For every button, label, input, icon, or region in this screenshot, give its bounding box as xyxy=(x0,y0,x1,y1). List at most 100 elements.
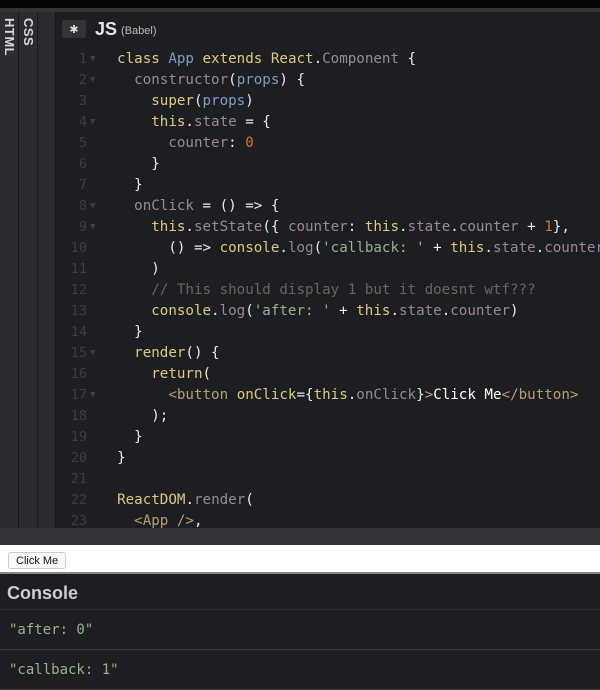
tab-css-label: CSS xyxy=(21,18,36,47)
code-token: . xyxy=(185,114,194,130)
fold-gutter xyxy=(87,448,100,469)
code-token: ( xyxy=(245,303,254,319)
code-token: counter xyxy=(450,303,511,319)
code-line: 1 ▼ class App extends React.Component { xyxy=(57,49,600,70)
code-token: }, xyxy=(552,219,570,235)
code-line: 18 ); xyxy=(57,406,600,427)
line-number: 21 xyxy=(70,471,87,487)
line-number: 12 xyxy=(70,282,87,298)
code-token: this xyxy=(151,219,186,235)
code-line: 7 } xyxy=(57,175,600,196)
code-token: + xyxy=(424,240,451,256)
code-token: counter xyxy=(287,219,348,235)
fold-arrow-icon[interactable]: ▼ xyxy=(87,196,100,217)
code-token: console xyxy=(151,303,212,319)
code-token: render xyxy=(134,345,186,361)
code-token: <button xyxy=(168,387,237,403)
code-token: state xyxy=(398,303,442,319)
code-line: 4 ▼ this.state = { xyxy=(57,112,600,133)
fold-arrow-icon[interactable]: ▼ xyxy=(87,217,100,238)
code-token: onClick xyxy=(356,387,417,403)
code-token: . xyxy=(535,240,545,256)
code-line: 15 ▼ render() { xyxy=(57,343,600,364)
code-token: . xyxy=(399,219,408,235)
tab-css[interactable]: CSS xyxy=(19,12,38,528)
code-token: . xyxy=(211,303,220,319)
preview-pane: Click Me xyxy=(0,545,600,574)
click-me-button[interactable]: Click Me xyxy=(8,552,67,569)
code-token: ) { xyxy=(279,72,306,88)
code-token: . xyxy=(450,219,459,235)
js-editor[interactable]: ✱ JS (Babel) 1 ▼ class App extends React.… xyxy=(57,12,600,528)
line-number: 11 xyxy=(70,261,87,277)
code-text: this.setState({ counter: this.state.coun… xyxy=(100,217,570,238)
code-line: 19 } xyxy=(57,427,600,448)
code-area[interactable]: 1 ▼ class App extends React.Component {2 ▼… xyxy=(57,49,600,528)
code-text: constructor(props) { xyxy=(100,70,305,91)
code-token: } xyxy=(100,450,126,466)
code-text: ); xyxy=(100,406,168,427)
code-text: onClick = () => { xyxy=(100,196,279,217)
code-token: counter xyxy=(168,135,229,151)
code-token: } xyxy=(100,324,143,340)
fold-arrow-icon[interactable]: ▼ xyxy=(87,343,100,364)
fold-arrow-icon[interactable]: ▼ xyxy=(87,112,100,133)
fold-gutter xyxy=(87,364,100,385)
gear-icon[interactable]: ✱ xyxy=(62,20,86,38)
code-text: () => console.log('callback: ' + this.st… xyxy=(100,238,600,259)
code-token: App xyxy=(168,51,203,67)
code-text: counter: 0 xyxy=(100,133,253,154)
editor-resize-bar[interactable] xyxy=(0,528,600,545)
code-text: } xyxy=(100,154,160,175)
window-top-bar xyxy=(0,0,600,8)
code-text: return( xyxy=(100,364,211,385)
fold-gutter xyxy=(87,406,100,427)
code-token: this xyxy=(450,240,485,256)
fold-arrow-icon[interactable]: ▼ xyxy=(87,49,100,70)
code-token: : xyxy=(228,135,246,151)
code-token: constructor xyxy=(134,72,229,88)
code-token: counter xyxy=(544,240,600,256)
line-number: 5 xyxy=(78,135,87,151)
tab-html-label: HTML xyxy=(2,18,17,57)
line-number: 17 xyxy=(70,387,87,403)
line-number: 1 xyxy=(78,51,87,67)
code-line: 21 xyxy=(57,469,600,490)
code-token: ( xyxy=(313,240,323,256)
fold-gutter xyxy=(87,511,100,528)
console-panel: Console "after: 0" "callback: 1" xyxy=(0,576,600,690)
code-token: ( xyxy=(228,72,237,88)
code-token: ) xyxy=(245,93,254,109)
editor-resize-handle[interactable] xyxy=(38,12,56,528)
fold-gutter xyxy=(87,427,100,448)
fold-arrow-icon[interactable]: ▼ xyxy=(87,385,100,406)
code-text: ) xyxy=(100,259,160,280)
code-line: 14 } xyxy=(57,322,600,343)
fold-gutter xyxy=(87,490,100,511)
code-token: 'callback: ' xyxy=(322,240,425,256)
tab-html[interactable]: HTML xyxy=(0,12,19,528)
code-text: // This should display 1 but it doesnt w… xyxy=(100,280,535,301)
line-number: 8 xyxy=(78,198,87,214)
code-token: + xyxy=(330,303,357,319)
code-token: } xyxy=(100,429,143,445)
fold-gutter xyxy=(87,91,100,112)
editor-language: JS xyxy=(95,18,118,39)
code-text: this.state = { xyxy=(100,112,271,133)
code-text: } xyxy=(100,175,143,196)
fold-arrow-icon[interactable]: ▼ xyxy=(87,70,100,91)
console-entry: "after: 0" xyxy=(0,610,600,650)
code-line: 10 () => console.log('callback: ' + this… xyxy=(57,238,600,259)
code-token: , xyxy=(193,513,203,528)
code-token: Component xyxy=(322,51,408,67)
line-number: 2 xyxy=(78,72,87,88)
code-token: : xyxy=(347,219,365,235)
line-number: 4 xyxy=(78,114,87,130)
code-token: super xyxy=(151,93,194,109)
code-line: 20 } xyxy=(57,448,600,469)
code-token: log xyxy=(287,240,314,256)
